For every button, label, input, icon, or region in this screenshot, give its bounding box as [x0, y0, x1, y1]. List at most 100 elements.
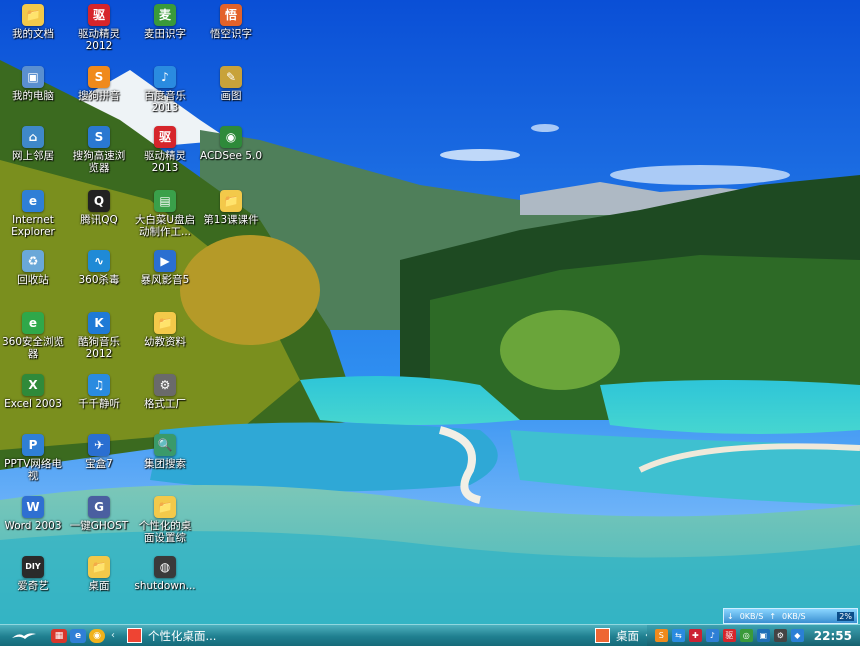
- desktop-icon[interactable]: 驱驱动精灵 2012: [66, 4, 132, 52]
- desktop-icon[interactable]: ⌂ 网上邻居: [0, 126, 66, 162]
- desktop-icon[interactable]: X Excel 2003: [0, 374, 66, 410]
- quicklaunch-expand-icon[interactable]: ‹: [111, 630, 115, 641]
- desktop-icon-label: Excel 2003: [4, 398, 62, 410]
- desktop-icon-label: 个性化的桌 面设置综: [138, 520, 192, 544]
- 360-browser-icon: e: [22, 312, 44, 334]
- start-button[interactable]: [0, 625, 48, 646]
- desktop-icon[interactable]: ▤ 大白菜U盘启 动制作工...: [132, 190, 198, 238]
- baohe-icon: ✈: [88, 434, 110, 456]
- desktop-icon[interactable]: 📁 个性化的桌 面设置综: [132, 496, 198, 544]
- desktop-icon-label: shutdown...: [134, 580, 196, 592]
- desktop-icon[interactable]: ✎ 画图: [198, 66, 264, 102]
- tray-shield-icon[interactable]: ◆: [790, 629, 804, 642]
- quicklaunch-calendar-icon[interactable]: ▦: [51, 628, 67, 643]
- format-factory-icon: ⚙: [154, 374, 176, 396]
- taskbar: ▦ e ◉ ‹ 个性化桌面... 桌面 ‹ S ⇆ ✚ ♪ 驱 ◎ ▣ ⚙ ◆ …: [0, 624, 860, 646]
- onekey-ghost-icon: G: [88, 496, 110, 518]
- desktop-icon-label: 我的电脑: [12, 90, 54, 102]
- lesson-folder-icon: 📁: [220, 190, 242, 212]
- desktop-icon[interactable]: 麦麦田识字: [132, 4, 198, 40]
- ttplayer-icon: ♫: [88, 374, 110, 396]
- tray-sogou-icon[interactable]: S: [654, 629, 668, 642]
- network-neighborhood-icon: ⌂: [22, 126, 44, 148]
- desktop-icon[interactable]: ♫ 千千静听: [66, 374, 132, 410]
- desktop-icon[interactable]: S 搜狗拼音: [66, 66, 132, 102]
- desktop-icon[interactable]: ▣ 我的电脑: [0, 66, 66, 102]
- desktop-icon[interactable]: DIY 爱奇艺: [0, 556, 66, 592]
- desktop-icon-label: 宝盒7: [85, 458, 113, 470]
- desktop-icon[interactable]: ♪ 百度音乐 2013: [132, 66, 198, 114]
- group-search-icon: 🔍: [154, 434, 176, 456]
- desktop-icon-label: 第13课课件: [203, 214, 259, 226]
- desktop-icon[interactable]: Q 腾讯QQ: [66, 190, 132, 226]
- desktop-icon-label: PPTV网络电视: [4, 458, 62, 482]
- desktop-icon[interactable]: 悟悟空识字: [198, 4, 264, 40]
- desktop-icon-label: 360安全浏览器: [1, 336, 65, 360]
- desktop-icon[interactable]: ⚙ 格式工厂: [132, 374, 198, 410]
- wukong-literacy-icon: 悟: [220, 4, 242, 26]
- sogou-browser-icon: S: [88, 126, 110, 148]
- desktop-icon-label: 暴风影音5: [140, 274, 190, 286]
- desktop-icon-label: 千千静听: [78, 398, 120, 410]
- tray-360-icon[interactable]: ◎: [739, 629, 753, 642]
- tray-tool-icon[interactable]: ⚙: [773, 629, 787, 642]
- baofeng-player-icon: ▶: [154, 250, 176, 272]
- desktop-icon-label: 百度音乐 2013: [144, 90, 186, 114]
- desktop-icon-label: 搜狗拼音: [78, 90, 120, 102]
- desktop-icon[interactable]: ∿ 360杀毒: [66, 250, 132, 286]
- desktop-icon[interactable]: S 搜狗高速浏 览器: [66, 126, 132, 174]
- desktop-icon-label: 驱动精灵 2012: [78, 28, 120, 52]
- desktop-toolbar-icon: [595, 628, 610, 643]
- desktop-icon[interactable]: e Internet Explorer: [0, 190, 66, 238]
- desktop-icon[interactable]: W Word 2003: [0, 496, 66, 532]
- desktop-icon-label: Word 2003: [4, 520, 62, 532]
- tray-security-icon[interactable]: ✚: [688, 629, 702, 642]
- kugou-music-icon: K: [88, 312, 110, 334]
- desktop-icon[interactable]: ✈ 宝盒7: [66, 434, 132, 470]
- cpu-percent: 2%: [837, 611, 854, 621]
- baidu-music-icon: ♪: [154, 66, 176, 88]
- shutdown-icon: ◍: [154, 556, 176, 578]
- desktop-icon[interactable]: 📁 幼教资料: [132, 312, 198, 348]
- desktop-icon[interactable]: ▶ 暴风影音5: [132, 250, 198, 286]
- desktop-icon-label: 腾讯QQ: [80, 214, 118, 226]
- desktop-icon[interactable]: 驱驱动精灵 2013: [132, 126, 198, 174]
- quicklaunch-media-icon[interactable]: ◉: [89, 628, 105, 643]
- desktop-icon[interactable]: 📁 桌面: [66, 556, 132, 592]
- desktop-icon[interactable]: ◉ ACDSee 5.0: [198, 126, 264, 162]
- desktop-icon-label: 悟空识字: [210, 28, 252, 40]
- tray-driver-genius-icon[interactable]: 驱: [722, 629, 736, 642]
- desktop-icon[interactable]: 📁 我的文档: [0, 4, 66, 40]
- desktop-icon-label: 格式工厂: [144, 398, 186, 410]
- paint-icon: ✎: [220, 66, 242, 88]
- quicklaunch-ie-icon[interactable]: e: [70, 628, 86, 643]
- tray-display-icon[interactable]: ▣: [756, 629, 770, 642]
- desktop-icon[interactable]: G 一键GHOST: [66, 496, 132, 532]
- task-button-personalize[interactable]: 个性化桌面...: [121, 626, 222, 645]
- system-tray: S ⇆ ✚ ♪ 驱 ◎ ▣ ⚙ ◆ 22:55: [646, 625, 860, 646]
- desktop-icon-label: 我的文档: [12, 28, 54, 40]
- driver-genius-icon: 驱: [88, 4, 110, 26]
- desktop-icon[interactable]: ♻ 回收站: [0, 250, 66, 286]
- desktop-folder-icon: 📁: [88, 556, 110, 578]
- desktop-icon-label: 麦田识字: [144, 28, 186, 40]
- tray-volume-icon[interactable]: ♪: [705, 629, 719, 642]
- network-speed-widget[interactable]: ↓ 0KB/S ↑ 0KB/S 2%: [723, 608, 858, 624]
- desktop-icon[interactable]: K 酷狗音乐 2012: [66, 312, 132, 360]
- personalize-folder-icon: 📁: [154, 496, 176, 518]
- pptv-icon: P: [22, 434, 44, 456]
- driver-genius-2013-icon: 驱: [154, 126, 176, 148]
- desktop-icon-label: 画图: [220, 90, 242, 102]
- desktop-icon[interactable]: 🔍 集团搜索: [132, 434, 198, 470]
- desktop-icon[interactable]: 📁 第13课课件: [198, 190, 264, 226]
- desktop-icon-label: 网上邻居: [12, 150, 54, 162]
- clock[interactable]: 22:55: [814, 629, 852, 643]
- upload-arrow-icon: ↑: [769, 611, 777, 621]
- desktop-icon[interactable]: P PPTV网络电视: [0, 434, 66, 482]
- desktop-icon-label: 搜狗高速浏 览器: [72, 150, 126, 174]
- tray-network-icon[interactable]: ⇆: [671, 629, 685, 642]
- my-computer-icon: ▣: [22, 66, 44, 88]
- 360-antivirus-icon: ∿: [88, 250, 110, 272]
- desktop-icon[interactable]: ◍ shutdown...: [132, 556, 198, 592]
- desktop-icon[interactable]: e 360安全浏览器: [0, 312, 66, 360]
